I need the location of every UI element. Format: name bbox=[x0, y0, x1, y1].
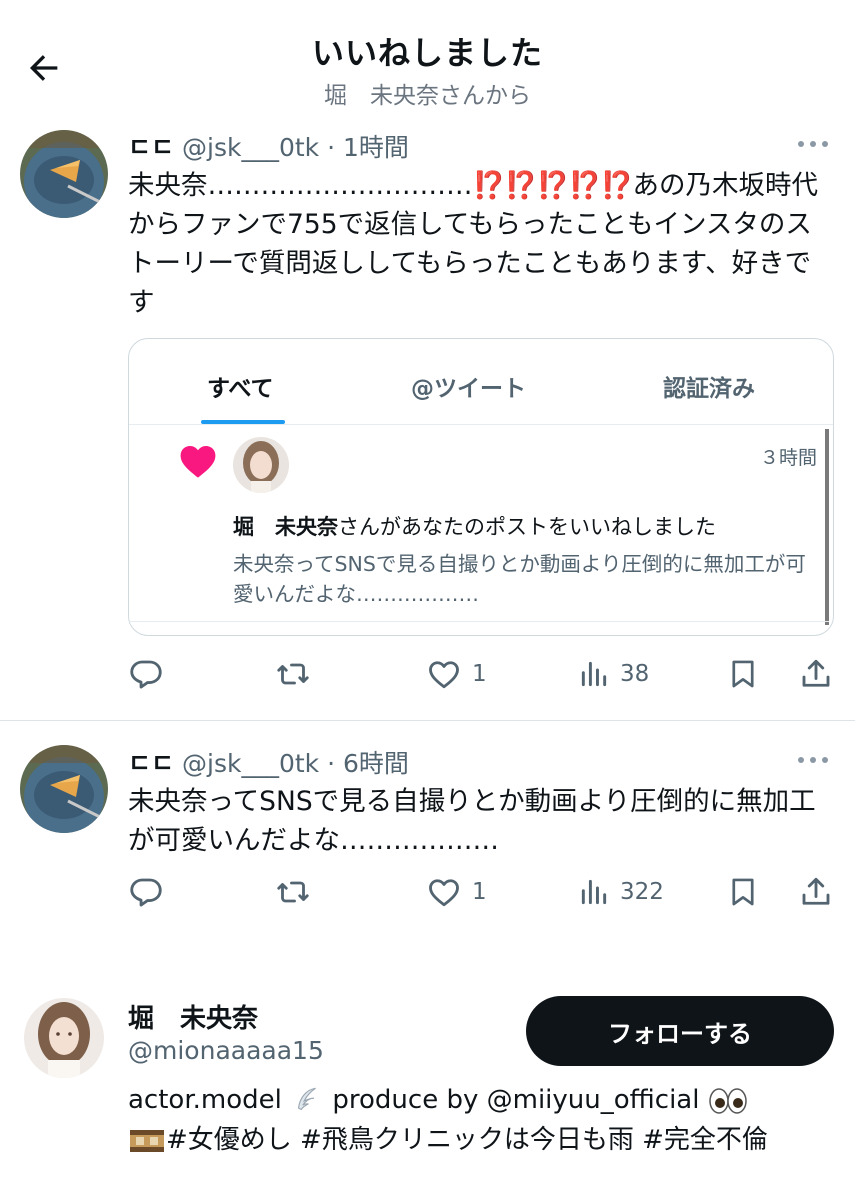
share-icon bbox=[802, 877, 830, 905]
retweet-icon bbox=[277, 663, 309, 685]
dot-separator: · bbox=[319, 749, 343, 778]
post-text: 未央奈…………………………⁉️⁉️⁉️⁉️⁉️あの乃木坂時代からファンで755で… bbox=[128, 166, 828, 322]
views-icon bbox=[581, 879, 607, 905]
post-text-part: 未央奈………………………… bbox=[128, 170, 473, 201]
like-count: 1 bbox=[472, 879, 487, 905]
tab-underline bbox=[201, 420, 285, 424]
views-icon bbox=[581, 661, 607, 687]
notification-quote: 未央奈ってSNSで見る自撮りとか動画より圧倒的に無加工が可愛いんだよな……………… bbox=[233, 552, 806, 606]
tab-bar: すべて @ツイート 認証済み bbox=[129, 339, 833, 425]
display-name[interactable]: ㄷㄷ bbox=[128, 133, 174, 162]
notification-avatar bbox=[233, 437, 289, 493]
bio-text: produce by @miiyuu_official bbox=[332, 1085, 700, 1115]
retweet-icon bbox=[277, 881, 309, 903]
retweet-button[interactable] bbox=[274, 870, 312, 914]
heart-icon bbox=[180, 445, 216, 478]
page-header: いいねしました 堀 未央奈さんから bbox=[0, 0, 855, 118]
reply-icon bbox=[130, 660, 162, 689]
tab-tweets: @ツイート bbox=[411, 376, 526, 402]
notification-text: 堀 未央奈さんがあなたのポストをいいねしました bbox=[233, 511, 716, 541]
bio-text: actor.model bbox=[128, 1085, 282, 1115]
views-count: 322 bbox=[620, 879, 664, 905]
bookmark-button[interactable] bbox=[726, 870, 760, 914]
page-title: いいねしました bbox=[311, 34, 543, 72]
like-icon bbox=[429, 661, 459, 689]
reply-button[interactable] bbox=[128, 870, 164, 914]
eyes-icon bbox=[708, 1087, 747, 1114]
profile-bio: actor.model produce by @miiyuu_official … bbox=[128, 1080, 828, 1160]
handle[interactable]: @jsk___0tk bbox=[182, 133, 319, 162]
profile-handle[interactable]: @mionaaaaa15 bbox=[128, 1036, 324, 1065]
dot-separator: · bbox=[319, 133, 343, 162]
handle[interactable]: @jsk___0tk bbox=[182, 749, 319, 778]
bookmark-icon bbox=[732, 660, 754, 688]
attached-image[interactable]: すべて @ツイート 認証済み ３時間 堀 未央奈さんがあなたのポストをいいねしま… bbox=[128, 338, 834, 636]
angel-wing-icon bbox=[298, 1087, 316, 1110]
reply-button[interactable] bbox=[128, 652, 164, 696]
views-button[interactable]: 322 bbox=[578, 870, 664, 914]
avatar[interactable] bbox=[20, 745, 108, 833]
tab-all: すべて bbox=[207, 376, 274, 402]
bookmark-icon bbox=[732, 878, 754, 906]
post-time[interactable]: 6時間 bbox=[343, 749, 409, 778]
more-icon bbox=[798, 757, 828, 763]
like-button[interactable]: 1 bbox=[426, 870, 487, 914]
share-icon bbox=[802, 659, 830, 687]
post-header: ㄷㄷ @jsk___0tk · 6時間 bbox=[128, 744, 409, 780]
profile-avatar[interactable] bbox=[24, 998, 104, 1078]
bio-hashtags: #女優めし #飛鳥クリニックは今日も雨 #完全不倫 bbox=[166, 1125, 768, 1155]
notification-name: 堀 未央奈 bbox=[233, 515, 338, 539]
post-header: ㄷㄷ @jsk___0tk · 1時間 bbox=[128, 128, 409, 164]
views-button[interactable]: 38 bbox=[578, 652, 649, 696]
share-button[interactable] bbox=[798, 652, 834, 696]
notification-time: ３時間 bbox=[759, 447, 817, 469]
post-divider bbox=[0, 720, 855, 721]
notification-action: さんがあなたのポストをいいねしました bbox=[338, 515, 716, 539]
tab-verified: 認証済み bbox=[663, 376, 755, 402]
display-name[interactable]: ㄷㄷ bbox=[128, 749, 174, 778]
more-button[interactable] bbox=[793, 748, 833, 772]
post-text: 未央奈ってSNSで見る自撮りとか動画より圧倒的に無加工が可愛いんだよな……………… bbox=[128, 786, 816, 856]
more-button[interactable] bbox=[793, 132, 833, 156]
share-button[interactable] bbox=[798, 870, 834, 914]
exclamation-emoji: ⁉️⁉️⁉️⁉️⁉️ bbox=[472, 170, 634, 201]
profile-name[interactable]: 堀 未央奈 bbox=[128, 998, 258, 1035]
action-bar: 1 322 bbox=[128, 870, 840, 914]
bookmark-button[interactable] bbox=[726, 652, 760, 696]
page-subtitle: 堀 未央奈さんから bbox=[324, 83, 531, 109]
follow-button[interactable]: フォローする bbox=[526, 996, 834, 1066]
views-count: 38 bbox=[620, 661, 650, 687]
action-bar: 1 38 bbox=[128, 652, 840, 696]
post-time[interactable]: 1時間 bbox=[343, 133, 409, 162]
divider bbox=[129, 621, 829, 622]
like-count: 1 bbox=[472, 661, 487, 687]
like-icon bbox=[429, 879, 459, 907]
more-icon bbox=[798, 141, 828, 147]
like-button[interactable]: 1 bbox=[426, 652, 487, 696]
retweet-button[interactable] bbox=[274, 652, 312, 696]
film-icon bbox=[130, 1129, 164, 1152]
scrollbar bbox=[825, 429, 829, 625]
avatar[interactable] bbox=[20, 130, 108, 218]
reply-icon bbox=[130, 878, 162, 907]
